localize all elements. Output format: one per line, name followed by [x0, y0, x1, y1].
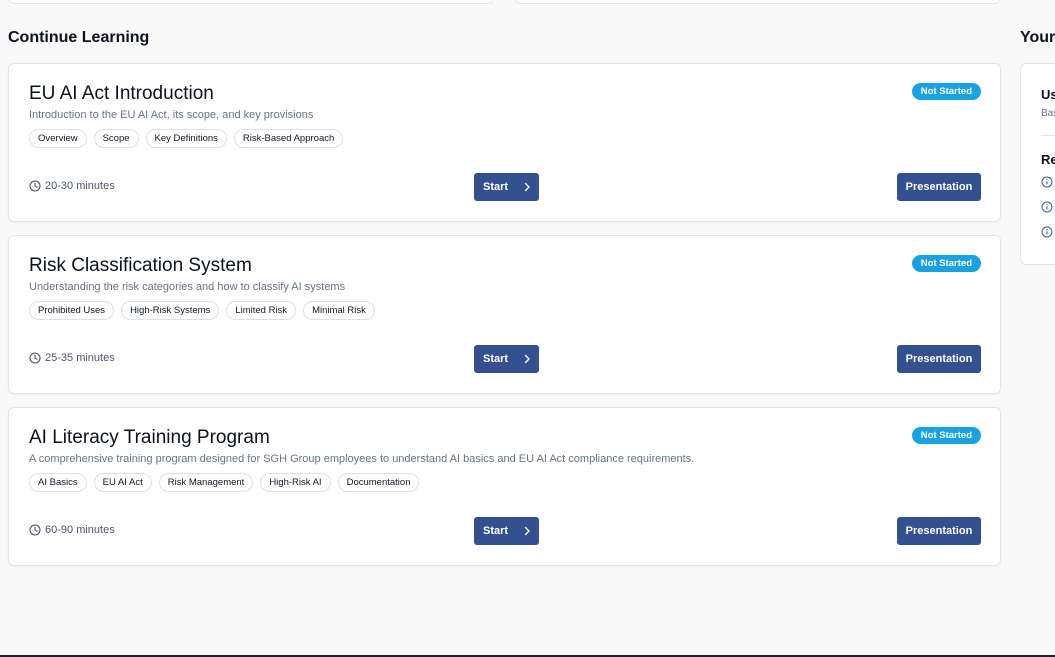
start-button[interactable]: Start [474, 517, 539, 545]
start-button-label: Start [483, 525, 509, 537]
course-title: Risk Classification System [29, 255, 252, 276]
status-badge: Not Started [911, 427, 981, 444]
start-button-label: Start [483, 353, 509, 365]
duration-text: 60-90 minutes [45, 524, 115, 536]
tag: High-Risk AI [260, 473, 331, 492]
presentation-button[interactable]: Presentation [897, 173, 981, 201]
section-title: Continue Learning [8, 29, 150, 46]
chevron-right-icon [524, 526, 530, 536]
tag: Overview [29, 129, 87, 148]
course-card: EU AI Act Introduction Not Started Intro… [8, 63, 1001, 222]
status-badge: Not Started [911, 255, 981, 272]
start-button[interactable]: Start [474, 173, 539, 201]
tag-list: Prohibited Uses High-Risk Systems Limite… [29, 301, 375, 320]
course-card: Risk Classification System Not Started U… [8, 235, 1001, 394]
duration-text: 25-35 minutes [45, 352, 115, 364]
side-panel-subtext: Bas [1041, 108, 1055, 119]
course-title: AI Literacy Training Program [29, 427, 270, 448]
presentation-button[interactable]: Presentation [897, 517, 981, 545]
tag: Risk-Based Approach [233, 129, 344, 148]
status-badge: Not Started [911, 83, 981, 100]
chevron-right-icon [524, 354, 530, 364]
side-panel-heading-2: Re [1041, 152, 1055, 167]
top-card-right [514, 0, 1001, 4]
tag-list: AI Basics EU AI Act Risk Management High… [29, 473, 420, 492]
presentation-button[interactable]: Presentation [897, 345, 981, 373]
right-panel-title: Your [1020, 29, 1055, 46]
duration: 20-30 minutes [29, 180, 115, 192]
info-icon [1041, 201, 1053, 213]
clock-icon [29, 352, 41, 364]
duration: 25-35 minutes [29, 352, 115, 364]
tag: Minimal Risk [303, 301, 375, 320]
course-card: AI Literacy Training Program Not Started… [8, 407, 1001, 566]
top-card-left [8, 0, 495, 4]
course-title: EU AI Act Introduction [29, 83, 214, 104]
duration-text: 20-30 minutes [45, 180, 115, 192]
tag-list: Overview Scope Key Definitions Risk-Base… [29, 129, 344, 148]
clock-icon [29, 524, 41, 536]
side-panel-heading: Us [1041, 87, 1055, 102]
side-panel-divider [1041, 135, 1055, 136]
tag: Limited Risk [226, 301, 297, 320]
chevron-right-icon [524, 182, 530, 192]
clock-icon [29, 180, 41, 192]
duration: 60-90 minutes [29, 524, 115, 536]
start-button-label: Start [483, 181, 509, 193]
tag: Key Definitions [145, 129, 227, 148]
info-icon [1041, 176, 1053, 188]
tag: Prohibited Uses [29, 301, 115, 320]
side-panel: Us Bas Re [1020, 63, 1055, 265]
course-description: Understanding the risk categories and ho… [29, 281, 346, 293]
info-icon [1041, 226, 1053, 238]
tag: AI Basics [29, 473, 87, 492]
tag: Scope [93, 129, 139, 148]
tag: Risk Management [158, 473, 254, 492]
tag: Documentation [337, 473, 420, 492]
tag: High-Risk Systems [121, 301, 220, 320]
course-description: Introduction to the EU AI Act, its scope… [29, 109, 314, 121]
course-description: A comprehensive training program designe… [29, 453, 695, 465]
start-button[interactable]: Start [474, 345, 539, 373]
tag: EU AI Act [93, 473, 152, 492]
